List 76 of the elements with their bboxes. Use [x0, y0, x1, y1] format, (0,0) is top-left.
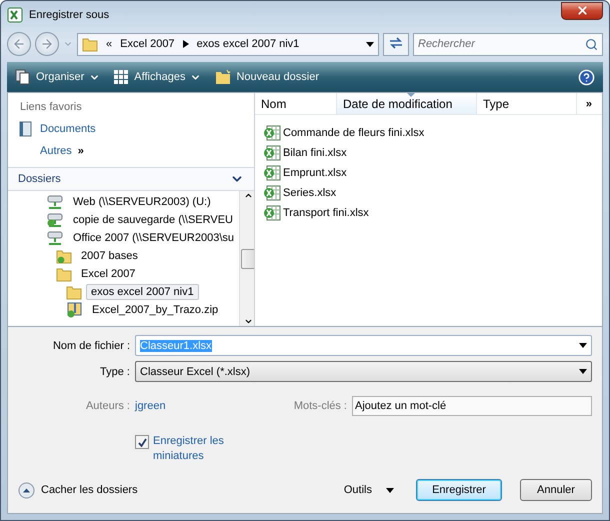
window-title: Enregistrer sous [29, 8, 110, 20]
excel-file-icon [263, 125, 281, 141]
folders-header[interactable]: Dossiers [8, 167, 254, 191]
dialog-button[interactable]: Enregistrer [416, 479, 502, 501]
field-label: Mots-clés : [292, 400, 347, 412]
scrollbar[interactable] [239, 191, 254, 326]
checkbox-label[interactable]: Enregistrer les miniatures [153, 434, 243, 464]
tools-menu-button[interactable]: Outils [344, 484, 394, 496]
spreadsheet-icon [7, 6, 23, 22]
breadcrumb-arrow-icon[interactable] [182, 40, 189, 48]
toolbar-button[interactable]: Affichages [114, 70, 202, 84]
caret-icon [386, 488, 394, 492]
tree-item[interactable]: Excel_2007_by_Trazo.zip [87, 302, 224, 318]
tree-item[interactable]: Office 2007 (\\SERVEUR2003\su [68, 230, 240, 246]
toolbar-button[interactable]: Organiser [15, 69, 100, 85]
toolbar-button[interactable]: Nouveau dossier [215, 69, 320, 85]
new-folder-icon [215, 69, 232, 85]
tree-item[interactable]: exos excel 2007 niv1 [86, 284, 199, 300]
tree-item[interactable]: Excel 2007 [76, 266, 140, 282]
tree-item[interactable]: Web (\\SERVEUR2003) (U:) [68, 194, 216, 210]
section-heading: Liens favoris [19, 100, 83, 115]
folder-icon [56, 266, 72, 282]
scroll-up-icon[interactable] [244, 191, 253, 200]
refresh-arrows-icon [389, 36, 403, 48]
folder-icon [82, 36, 98, 52]
file-name[interactable]: Emprunt.xlsx [283, 167, 347, 179]
network-drive-icon [46, 212, 64, 228]
type-dropdown[interactable]: Classeur Excel (*.xlsx) [135, 361, 592, 382]
field-label: Nom de fichier : [52, 340, 130, 352]
dropdown-caret-icon[interactable] [579, 369, 587, 374]
tree-item[interactable]: copie de sauvegarde (\\SERVEU [68, 212, 238, 228]
file-name[interactable]: Transport fini.xlsx [283, 207, 369, 219]
documents-icon [18, 121, 34, 137]
author-link[interactable]: jgreen [135, 400, 166, 412]
network-drive-icon [46, 194, 64, 210]
field-label: Auteurs : [84, 400, 130, 412]
checkbox[interactable] [135, 435, 149, 449]
more-columns-glyph[interactable]: » [586, 98, 602, 110]
search-icon [585, 38, 598, 50]
back-button[interactable] [7, 32, 31, 56]
network-drive-icon [46, 230, 64, 246]
file-name[interactable]: Commande de fleurs fini.xlsx [283, 127, 424, 139]
excel-file-icon [263, 185, 281, 201]
favorite-link[interactable]: Documents [8, 117, 254, 141]
close-button[interactable] [561, 2, 603, 20]
dropdown-caret-icon[interactable] [579, 343, 587, 348]
folder-icon [56, 248, 72, 264]
file-name[interactable]: Series.xlsx [283, 187, 336, 199]
breadcrumb[interactable]: exos excel 2007 niv1 [196, 38, 300, 50]
excel-file-icon [263, 205, 281, 221]
tree-item[interactable]: 2007 bases [76, 248, 143, 264]
hide-folders-button[interactable]: Cacher les dossiers [18, 482, 138, 498]
breadcrumb[interactable]: Excel 2007 [120, 38, 175, 50]
forward-button[interactable] [35, 32, 59, 56]
excel-file-icon [263, 165, 281, 181]
file-name[interactable]: Bilan fini.xlsx [283, 147, 347, 159]
dropdown-caret-icon[interactable] [366, 42, 374, 46]
close-icon [576, 4, 588, 17]
scroll-down-icon[interactable] [244, 317, 253, 326]
column-header[interactable]: Date de modification [337, 93, 477, 114]
keywords-field[interactable]: Ajoutez un mot-clé [352, 396, 592, 416]
overflow-glyph[interactable]: « [106, 38, 112, 50]
grid-icon [114, 70, 130, 84]
address-bar[interactable]: « Excel 2007 exos excel 2007 niv1 [77, 32, 379, 56]
pages-icon [15, 69, 31, 85]
folder-icon [66, 284, 82, 300]
search-field[interactable]: Rechercher [413, 32, 603, 56]
favorite-link[interactable]: Autres » [8, 141, 254, 161]
dialog-button[interactable]: Annuler [520, 479, 592, 501]
scrollbar-thumb[interactable] [240, 248, 254, 268]
help-icon[interactable] [578, 68, 595, 86]
arrow-right-icon [40, 37, 54, 51]
refresh-button[interactable] [383, 32, 409, 56]
excel-file-icon [263, 145, 281, 161]
field-label: Type : [99, 366, 130, 378]
zip-file-icon [66, 302, 83, 318]
